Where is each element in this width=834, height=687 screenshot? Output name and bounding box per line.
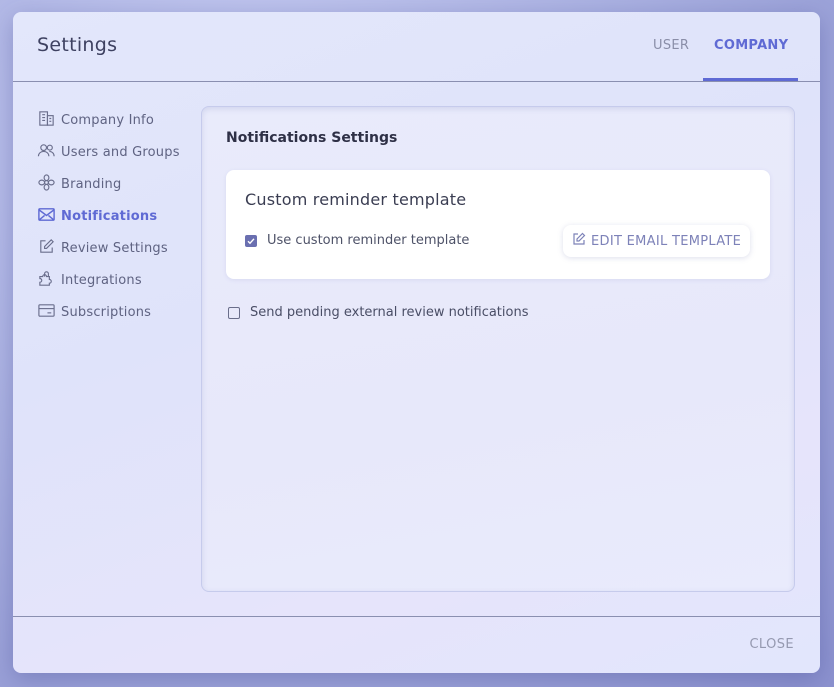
active-tab-indicator [703,78,798,81]
sidebar-item-integrations[interactable]: Integrations [37,264,207,296]
reminder-template-card: Custom reminder template Use custom remi… [226,170,770,279]
sidebar-item-label: Company Info [61,112,154,128]
sidebar-item-label: Review Settings [61,240,168,256]
tab-user[interactable]: USER [653,38,689,53]
sidebar-item-company-info[interactable]: Company Info [37,104,207,136]
flower-icon [37,173,56,196]
mail-icon [37,205,56,228]
sidebar-item-users-and-groups[interactable]: Users and Groups [37,136,207,168]
sidebar-item-label: Branding [61,176,122,192]
puzzle-icon [37,269,56,292]
external-review-checkbox[interactable] [228,306,240,319]
close-button[interactable]: CLOSE [749,637,794,652]
use-custom-template-checkbox[interactable] [245,234,257,247]
sidebar-item-notifications[interactable]: Notifications [37,200,207,232]
sidebar-item-subscriptions[interactable]: Subscriptions [37,296,207,328]
building-icon [37,109,56,132]
edit-email-template-button[interactable]: EDIT EMAIL TEMPLATE [563,225,751,257]
section-title: Notifications Settings [226,130,398,146]
sidebar-item-label: Subscriptions [61,304,152,320]
external-review-checkbox-row[interactable]: Send pending external review notificatio… [228,305,528,320]
sidebar-item-label: Notifications [61,208,158,224]
sidebar-item-label: Users and Groups [61,144,180,160]
dialog-header: Settings USER COMPANY [13,12,820,82]
sidebar-item-branding[interactable]: Branding [37,168,207,200]
edit-button-label: EDIT EMAIL TEMPLATE [591,233,742,249]
sidebar-item-review-settings[interactable]: Review Settings [37,232,207,264]
edit-icon [37,237,56,260]
dialog-title: Settings [37,34,118,56]
dialog-footer: CLOSE [13,616,820,673]
edit-icon [572,232,586,250]
checkbox-label: Send pending external review notificatio… [250,305,529,320]
users-icon [37,141,56,164]
settings-dialog: Settings USER COMPANY Company Info Users… [13,12,820,673]
tab-company[interactable]: COMPANY [714,38,788,53]
settings-sidebar: Company Info Users and Groups Branding N… [37,104,207,328]
card-icon [37,301,56,324]
check-icon [247,237,255,244]
checkbox-label: Use custom reminder template [267,233,470,248]
card-title: Custom reminder template [245,190,467,209]
sidebar-item-label: Integrations [61,272,142,288]
use-custom-template-checkbox-row[interactable]: Use custom reminder template [245,233,469,248]
notifications-panel: Notifications Settings Custom reminder t… [201,106,795,592]
